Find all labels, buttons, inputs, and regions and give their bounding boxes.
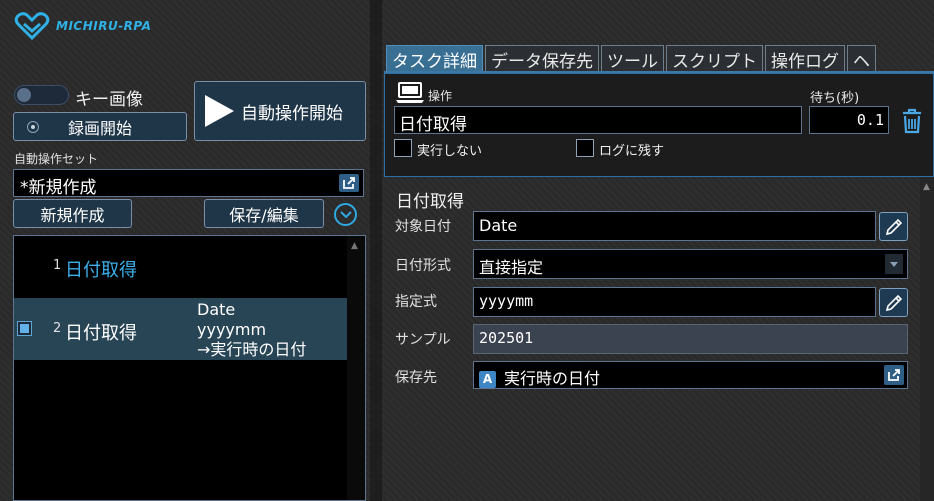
left-panel: MICHIRU-RPA キー画像 録画開始 自動操作開始 自動操作セット *新規… [0,0,370,501]
record-start-button[interactable]: 録画開始 [13,112,187,141]
auto-set-value: *新規作成 [20,178,97,198]
step-list: 1 日付取得 2 日付取得 Date yyyymm →実行時の日付 ▲ [13,235,366,501]
step-desc-line: →実行時の日付 [197,340,307,359]
play-icon [205,95,234,127]
panel-divider[interactable] [370,0,382,501]
key-image-toggle[interactable] [14,85,69,105]
step-desc-line: yyyymm [197,320,267,339]
list-item[interactable]: 2 日付取得 Date yyyymm →実行時の日付 [14,298,347,360]
operation-input[interactable]: 日付取得 [394,106,802,135]
brand-name: MICHIRU-RPA [56,19,152,33]
wait-input[interactable]: 0.1 [809,106,889,134]
detail-scrollbar[interactable]: ▲ [920,177,934,501]
trash-icon[interactable] [901,108,923,138]
right-panel: タスク詳細 データ保存先 ツール スクリプト 操作ログ ヘ 操作 待ち(秒) 日… [382,0,934,501]
detail-title: 日付取得 [396,192,464,212]
pencil-icon [885,294,902,311]
scroll-up-icon[interactable]: ▲ [923,182,930,192]
step-name: 日付取得 [65,260,137,281]
auto-set-label: 自動操作セット [14,152,99,166]
sample-label: サンプル [395,332,451,348]
tab-bar: タスク詳細 データ保存先 ツール スクリプト 操作ログ ヘ [386,45,876,72]
list-scrollbar[interactable]: ▲ [347,236,365,500]
computer-icon [396,81,424,109]
scroll-up-icon[interactable]: ▲ [351,241,358,251]
heart-logo-icon [14,12,50,40]
external-link-icon[interactable] [884,365,904,389]
tab-data-destination[interactable]: データ保存先 [485,45,599,72]
step-description: Date yyyymm →実行時の日付 [197,300,306,360]
expression-label: 指定式 [395,294,437,310]
step-number: 1 [53,258,62,273]
step-number: 2 [53,321,62,336]
target-date-input[interactable]: Date [473,211,876,241]
step-checkbox[interactable] [17,321,32,336]
step-desc-line: Date [197,300,236,319]
keep-log-checkbox[interactable] [576,139,594,157]
save-to-field[interactable]: A 実行時の日付 [473,361,908,389]
operation-label: 操作 [428,89,453,103]
target-date-label: 対象日付 [395,219,451,235]
key-image-label: キー画像 [75,90,143,110]
no-run-checkbox[interactable] [394,139,412,157]
save-edit-button[interactable]: 保存/編集 [204,199,324,228]
auto-start-button[interactable]: 自動操作開始 [194,81,366,141]
expression-input[interactable]: yyyymm [473,287,876,317]
tab-script[interactable]: スクリプト [666,45,763,72]
date-format-select[interactable]: 直接指定 [473,249,908,279]
save-to-value: 実行時の日付 [504,369,601,388]
date-format-label: 日付形式 [395,258,451,274]
tab-help[interactable]: ヘ [847,45,876,72]
external-link-icon[interactable] [339,174,359,197]
save-to-label: 保存先 [395,370,437,386]
step-name: 日付取得 [65,323,137,344]
new-create-button[interactable]: 新規作成 [13,199,132,228]
expression-edit-button[interactable] [879,288,908,317]
date-format-value: 直接指定 [479,258,544,277]
auto-set-field[interactable]: *新規作成 [13,169,364,198]
app-logo: MICHIRU-RPA [14,12,151,40]
pencil-icon [885,218,902,235]
target-date-edit-button[interactable] [879,212,908,241]
chevron-down-icon[interactable] [885,254,903,274]
record-radio-icon [27,121,39,133]
variable-type-badge: A [479,371,496,388]
sample-value: 202501 [473,324,908,354]
no-run-label: 実行しない [417,144,483,159]
tab-operation-log[interactable]: 操作ログ [765,45,845,72]
keep-log-label: ログに残す [599,144,665,159]
auto-start-label: 自動操作開始 [241,103,343,124]
save-edit-label: 保存/編集 [229,205,299,225]
new-create-label: 新規作成 [40,205,105,225]
tab-task-detail[interactable]: タスク詳細 [386,45,483,72]
chevron-down-icon[interactable] [334,203,357,226]
wait-label: 待ち(秒) [810,91,860,106]
list-item[interactable]: 1 日付取得 [14,236,347,296]
record-start-label: 録画開始 [67,118,132,138]
tab-tools[interactable]: ツール [601,45,664,72]
